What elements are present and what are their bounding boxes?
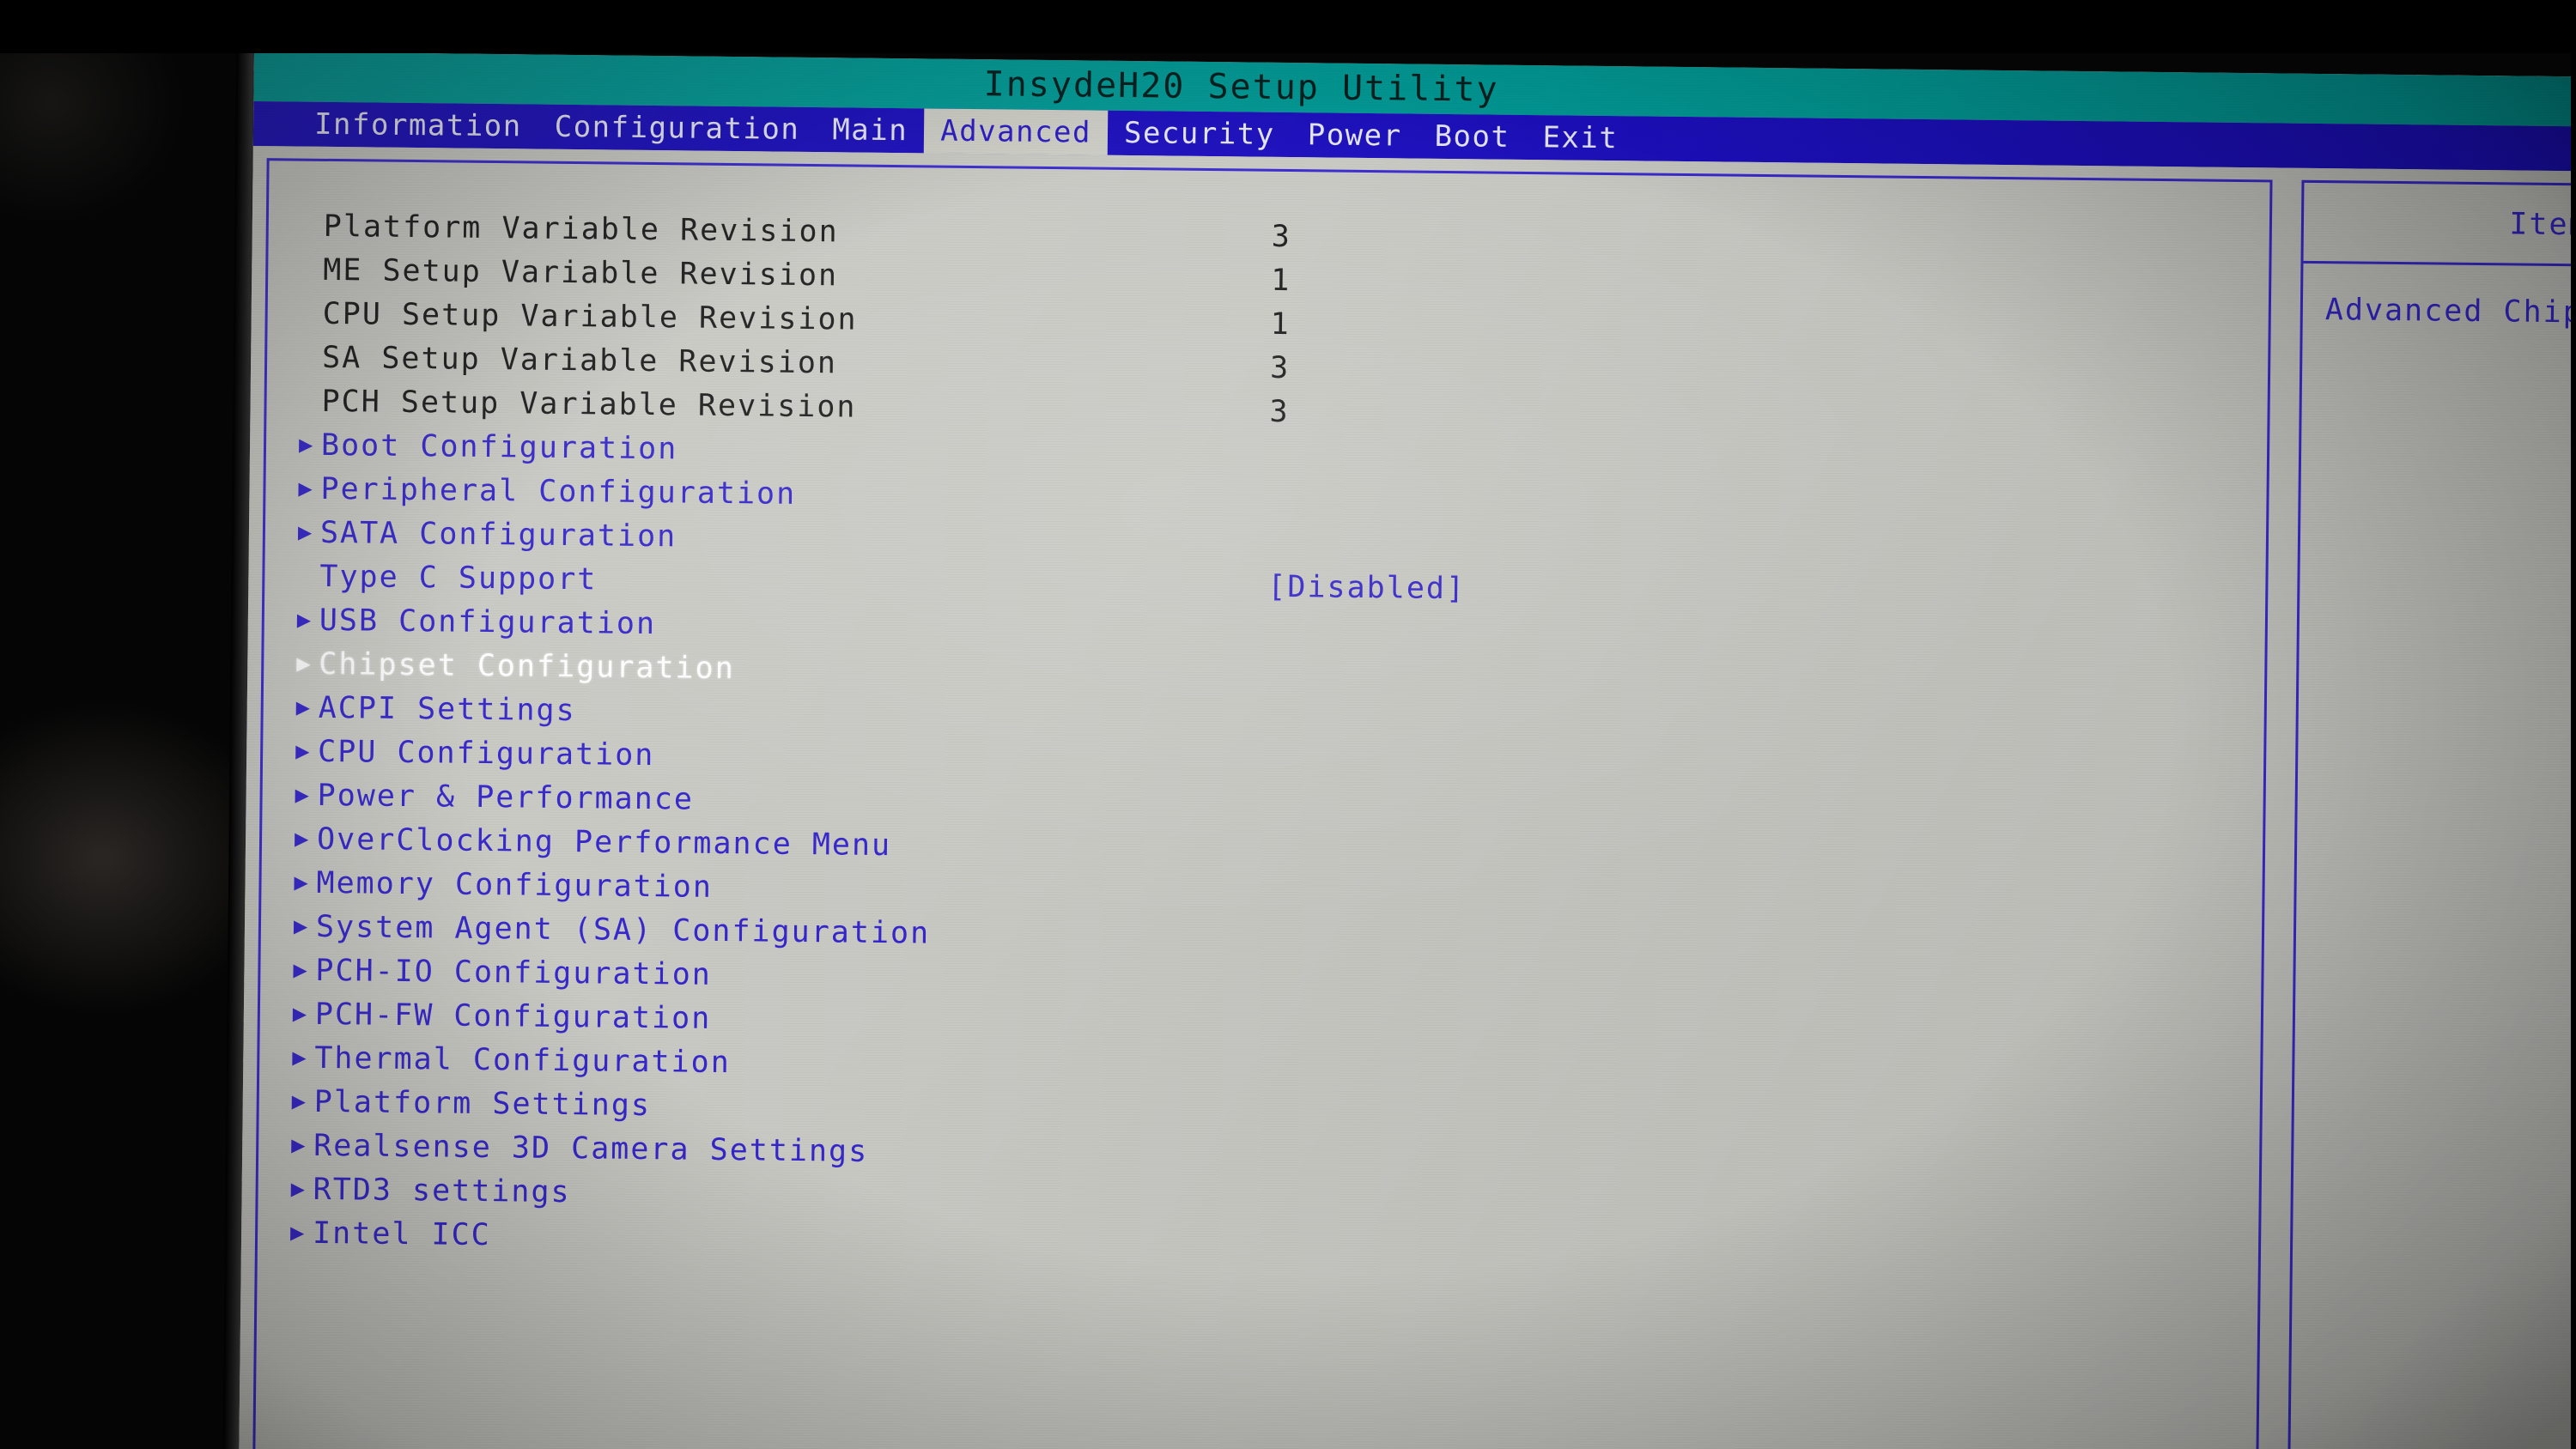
help-panel-text: Advanced Chipset Configuration [2324,293,2576,333]
help-panel-title: Item Specific Help [2303,182,2576,270]
tab-label: Security [1123,115,1275,152]
tab-label: Main [832,112,908,149]
tab-label: Configuration [554,109,800,147]
row-label: SATA Configuration [319,515,677,554]
row-value[interactable]: 3 [1269,394,1290,428]
submenu-arrow-icon: ▶ [294,869,310,896]
submenu-arrow-icon: ▶ [295,694,313,721]
tab-main[interactable]: Main [816,107,924,153]
row-label: CPU Configuration [317,734,655,773]
tab-exit[interactable]: Exit [1526,115,1634,161]
tab-advanced[interactable]: Advanced [923,108,1109,155]
row-label: Platform Settings [313,1084,652,1123]
tab-label: Information [313,106,522,144]
photo-scene: InsydeH20 Setup Utility Information Conf… [0,0,2576,1449]
row-label: ACPI Settings [318,690,576,728]
tab-label: Advanced [939,113,1092,150]
submenu-arrow-icon: ▶ [294,825,311,852]
row-label: OverClocking Performance Menu [316,822,892,863]
tab-boot[interactable]: Boot [1418,114,1526,160]
row-value[interactable]: [Disabled] [1267,569,1466,605]
submenu-arrow-icon: ▶ [296,650,313,677]
submenu-arrow-icon: ▶ [293,956,309,984]
submenu-arrow-icon: ▶ [289,1219,307,1246]
tab-configuration[interactable]: Configuration [538,105,816,152]
tab-label: Exit [1542,120,1619,156]
body-area: Platform Variable Revision 3 ME Setup Vari… [238,145,2576,1449]
row-label: RTD3 settings [313,1172,571,1210]
row-label: CPU Setup Variable Revision [322,296,858,337]
settings-panel: Platform Variable Revision 3 ME Setup Vari… [252,158,2273,1449]
submenu-arrow-icon: ▶ [292,1044,308,1071]
tab-information[interactable]: Information [298,102,538,149]
page-title: InsydeH20 Setup Utility [983,64,1499,110]
row-label: PCH-IO Configuration [315,953,713,992]
row-value[interactable]: 3 [1270,350,1291,385]
submenu-arrow-icon: ▶ [295,781,312,809]
tab-power[interactable]: Power [1291,112,1418,159]
row-label: Memory Configuration [316,865,714,905]
settings-list: Platform Variable Revision 3 ME Setup Vari… [290,204,2261,1276]
row-label: PCH Setup Variable Revision [321,384,857,425]
submenu-arrow-icon: ▶ [298,431,315,458]
item-specific-help-panel: Item Specific Help Advanced Chipset Conf… [2287,179,2576,1449]
submenu-arrow-icon: ▶ [291,1131,307,1159]
row-label: Thermal Configuration [314,1040,732,1080]
submenu-arrow-icon: ▶ [297,518,314,546]
row-label: Type C Support [319,559,598,597]
submenu-arrow-icon: ▶ [295,737,312,765]
row-value[interactable]: 3 [1272,219,1292,253]
tab-security[interactable]: Security [1108,111,1291,157]
row-label: ME Setup Variable Revision [323,252,839,293]
tab-label: Power [1307,118,1402,154]
row-label: Boot Configuration [320,427,678,466]
submenu-arrow-icon: ▶ [298,475,314,502]
row-label: System Agent (SA) Configuration [315,909,931,951]
row-label: SA Setup Variable Revision [321,340,838,380]
submenu-arrow-icon: ▶ [291,1088,308,1115]
row-label: Platform Variable Revision [323,209,839,249]
row-label: Peripheral Configuration [320,471,797,512]
submenu-arrow-icon: ▶ [290,1175,307,1203]
submenu-arrow-icon: ▶ [296,606,313,634]
tab-label: Boot [1434,118,1510,155]
row-value[interactable]: 1 [1271,263,1291,297]
bios-screen: InsydeH20 Setup Utility Information Conf… [238,52,2576,1449]
submenu-arrow-icon: ▶ [293,912,310,940]
row-label: Chipset Configuration [319,646,735,686]
row-label: Realsense 3D Camera Settings [313,1128,869,1169]
row-value[interactable]: 1 [1270,306,1291,341]
submenu-arrow-icon: ▶ [292,1000,309,1028]
top-bezel [0,0,2576,53]
row-label: Power & Performance [317,778,695,817]
row-label: PCH-FW Configuration [314,997,712,1036]
row-label: Intel ICC [312,1216,491,1252]
row-label: USB Configuration [319,603,657,641]
